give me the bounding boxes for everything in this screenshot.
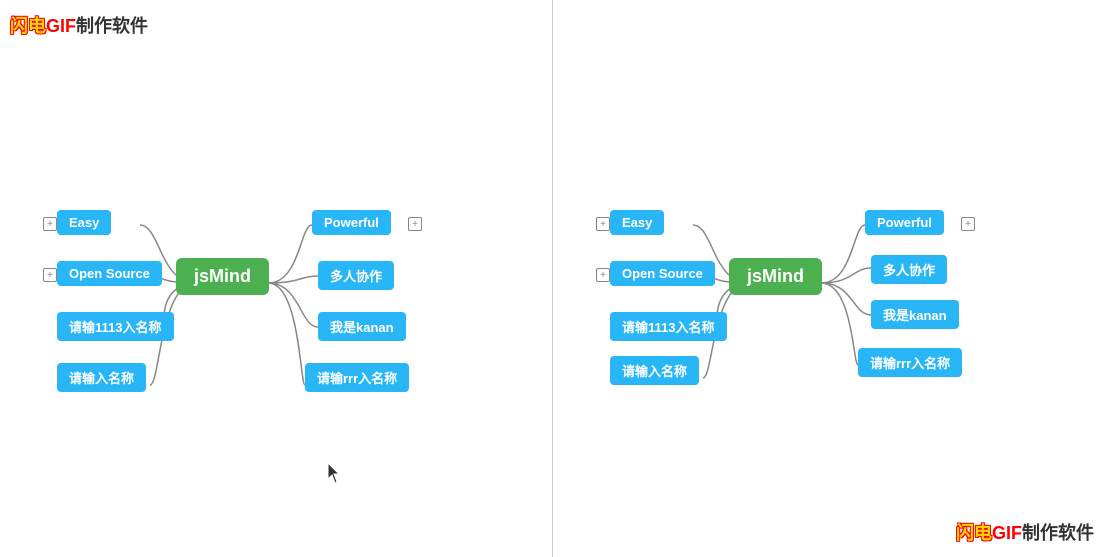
node-kanan-left[interactable]: 我是kanan [318,312,406,341]
node-easy-left[interactable]: Easy [57,210,111,235]
watermark-gif-text: GIF [46,16,76,36]
expand-opensource-left[interactable]: + [43,268,57,282]
center-node-left[interactable]: jsMind [176,258,269,295]
node-rrr-right[interactable]: 请输rrr入名称 [858,348,962,377]
node-opensource-left[interactable]: Open Source [57,261,162,286]
expand-easy-right[interactable]: + [596,217,610,231]
node-opensource-right[interactable]: Open Source [610,261,715,286]
node-input-left[interactable]: 请输入名称 [57,363,146,392]
expand-powerful-right[interactable]: + [961,217,975,231]
mindmap-panel-left: jsMind + Easy + Open Source 请输1113入名称 请输… [0,0,552,557]
node-1113-right[interactable]: 请输1113入名称 [610,312,727,341]
node-powerful-right[interactable]: Powerful [865,210,944,235]
node-1113-left[interactable]: 请输1113入名称 [57,312,174,341]
watermark-bottom-right: 闪电GIF制作软件 [956,519,1094,545]
node-rrr-left[interactable]: 请输rrr入名称 [305,363,409,392]
watermark-br-rest: 制作软件 [1022,523,1094,543]
node-input-right[interactable]: 请输入名称 [610,356,699,385]
expand-opensource-right[interactable]: + [596,268,610,282]
node-easy-right[interactable]: Easy [610,210,664,235]
expand-powerful-left[interactable]: + [408,217,422,231]
watermark-top-left: 闪电GIF制作软件 [10,12,148,38]
center-node-right[interactable]: jsMind [729,258,822,295]
watermark-flash-text: 闪电 [10,16,46,36]
node-multi-left[interactable]: 多人协作 [318,261,394,290]
watermark-br-gif: GIF [992,523,1022,543]
expand-easy-left[interactable]: + [43,217,57,231]
watermark-br-flash: 闪电 [956,523,992,543]
node-multi-right[interactable]: 多人协作 [871,255,947,284]
node-powerful-left[interactable]: Powerful [312,210,391,235]
watermark-rest-text: 制作软件 [76,16,148,36]
mindmap-panel-right: jsMind + Easy + Open Source 请输1113入名称 请输… [553,0,1104,557]
node-kanan-right[interactable]: 我是kanan [871,300,959,329]
